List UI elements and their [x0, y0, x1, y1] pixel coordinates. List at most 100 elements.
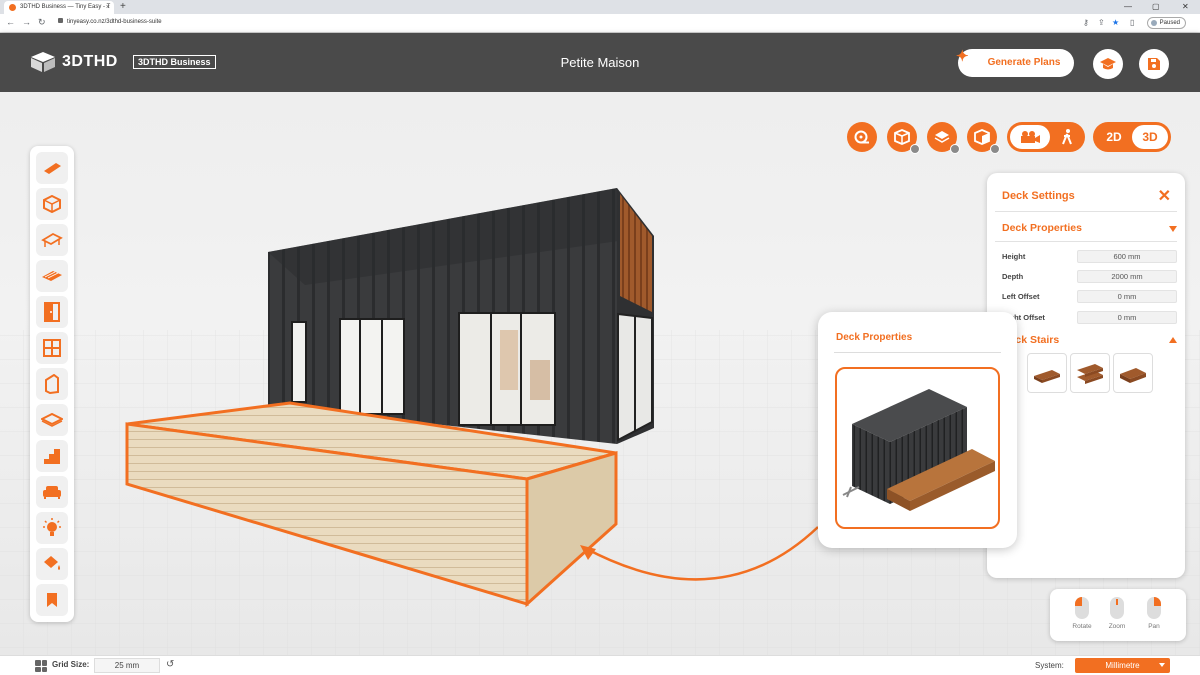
- right-offset-input[interactable]: 0 mm: [1077, 311, 1177, 324]
- paint-tool-icon: [44, 556, 60, 570]
- mode-2d-button[interactable]: 2D: [1096, 125, 1132, 149]
- new-tab-button[interactable]: +: [120, 0, 126, 14]
- floor-tool-icon: [41, 413, 63, 427]
- browser-tab[interactable]: 3DTHD Business — Tiny Easy - T ×: [4, 1, 114, 14]
- generate-plans-button[interactable]: ✦ Generate Plans: [956, 48, 1074, 77]
- tape-measure-icon: [854, 130, 869, 144]
- graduation-cap-icon: [1100, 58, 1116, 70]
- cube-view-icon: [894, 129, 910, 145]
- field-left-offset: Left Offset 0 mm: [1002, 290, 1177, 304]
- grid-icon: [35, 660, 47, 672]
- tool-bookmark[interactable]: [36, 584, 68, 616]
- side-view-icon: [974, 129, 990, 145]
- deck-properties-popup: Deck Properties: [818, 312, 1017, 548]
- divider: [995, 211, 1177, 212]
- pan-hint: Pan: [1139, 597, 1169, 630]
- tool-wall-panel[interactable]: [36, 368, 68, 400]
- minimize-icon[interactable]: —: [1124, 0, 1132, 14]
- height-input[interactable]: 600 mm: [1077, 250, 1177, 263]
- sparkle-icon: ✦: [956, 48, 969, 65]
- mouse-left-icon: [1075, 597, 1089, 619]
- browser-tab-bar: 3DTHD Business — Tiny Easy - T × + — ▢ ✕: [0, 0, 1200, 14]
- stairs-option-1[interactable]: [1027, 353, 1067, 393]
- view-front-button[interactable]: [887, 122, 920, 154]
- tool-stairs[interactable]: [36, 440, 68, 472]
- deck-preview-image: [835, 367, 1000, 529]
- deck-properties-heading[interactable]: Deck Properties: [1002, 222, 1082, 234]
- mouse-scroll-icon: [1110, 597, 1124, 619]
- grid-size-label: Grid Size:: [52, 660, 90, 669]
- height-label: Height: [1002, 252, 1026, 261]
- window-tool-icon: [43, 339, 61, 357]
- tool-gable-roof[interactable]: [36, 224, 68, 256]
- field-depth: Depth 2000 mm: [1002, 270, 1177, 284]
- unit-system-value: Millimetre: [1105, 661, 1140, 670]
- view-top-button[interactable]: [927, 122, 960, 154]
- dimension-toggle: 2D 3D: [1093, 122, 1171, 152]
- bookmark-tool-icon: [47, 593, 57, 607]
- reset-icon[interactable]: ↺: [166, 659, 174, 670]
- bookmark-star-icon[interactable]: ★: [1112, 18, 1119, 27]
- glass-door-1[interactable]: [339, 318, 405, 415]
- depth-label: Depth: [1002, 272, 1024, 281]
- zoom-label: Zoom: [1108, 623, 1126, 630]
- close-icon[interactable]: ✕: [1158, 186, 1171, 206]
- url-field[interactable]: tinyeasy.co.nz/3dthd-business-suite: [58, 18, 162, 25]
- gable-roof-icon: [41, 232, 63, 247]
- grid-size-input[interactable]: 25 mm: [94, 658, 160, 673]
- video-camera-icon: [1021, 131, 1040, 143]
- depth-input[interactable]: 2000 mm: [1077, 270, 1177, 283]
- forward-icon[interactable]: →: [22, 17, 31, 27]
- field-right-offset: Right Offset 0 mm: [1002, 311, 1177, 325]
- stairs-single-icon: [1034, 370, 1060, 383]
- tool-furniture[interactable]: [36, 476, 68, 508]
- left-offset-input[interactable]: 0 mm: [1077, 290, 1177, 303]
- roof-tool-icon: [44, 163, 61, 174]
- tab-close-icon[interactable]: ×: [106, 1, 110, 14]
- window-1[interactable]: [291, 321, 307, 403]
- reload-icon[interactable]: ↻: [38, 17, 46, 28]
- orbit-camera-button[interactable]: [1010, 125, 1050, 149]
- collapse-icon[interactable]: [1169, 226, 1177, 232]
- favicon-icon: [9, 4, 16, 11]
- browser-tab-title: 3DTHD Business — Tiny Easy - T: [20, 4, 111, 10]
- tool-window[interactable]: [36, 332, 68, 364]
- field-height: Height 600 mm: [1002, 250, 1177, 264]
- expand-icon[interactable]: [1169, 337, 1177, 343]
- unit-system-select[interactable]: Millimetre: [1075, 658, 1170, 673]
- paused-label: Paused: [1159, 20, 1180, 26]
- tool-cube[interactable]: [36, 188, 68, 220]
- tool-floor[interactable]: [36, 404, 68, 436]
- back-icon[interactable]: ←: [6, 17, 15, 27]
- stairs-option-3[interactable]: [1113, 353, 1153, 393]
- mouse-right-icon: [1147, 597, 1161, 619]
- save-button[interactable]: [1139, 49, 1169, 79]
- tool-door[interactable]: [36, 296, 68, 328]
- stairs-wide-icon: [1120, 368, 1146, 383]
- view-side-button[interactable]: [967, 122, 1000, 154]
- share-icon[interactable]: ⇪: [1098, 18, 1105, 27]
- door-tool-icon: [44, 302, 60, 322]
- app-header: 3DTHD 3DTHD Business Petite Maison ✦ Gen…: [0, 33, 1200, 92]
- mode-3d-button[interactable]: 3D: [1132, 125, 1168, 149]
- tool-paint[interactable]: [36, 548, 68, 580]
- window-close-icon[interactable]: ✕: [1182, 0, 1189, 14]
- maximize-icon[interactable]: ▢: [1152, 0, 1160, 14]
- key-icon[interactable]: ⚷: [1083, 18, 1089, 27]
- stairs-double-icon: [1077, 364, 1103, 384]
- stairs-tool-icon: [44, 449, 60, 464]
- sidebar-icon[interactable]: ▯: [1130, 18, 1134, 27]
- status-bar: Grid Size: 25 mm ↺ System: Millimetre: [0, 655, 1200, 675]
- profile-paused-button[interactable]: Paused: [1146, 17, 1186, 29]
- tool-deck[interactable]: [36, 260, 68, 292]
- walk-mode-button[interactable]: [1051, 125, 1083, 149]
- address-bar: ← → ↻ tinyeasy.co.nz/3dthd-business-suit…: [0, 14, 1200, 33]
- mouse-controls-help: Rotate Zoom Pan: [1050, 589, 1186, 641]
- divider: [995, 241, 1177, 242]
- stairs-option-2[interactable]: [1070, 353, 1110, 393]
- cube-tool-icon: [43, 195, 61, 213]
- tool-roof[interactable]: [36, 152, 68, 184]
- tutorial-button[interactable]: [1093, 49, 1123, 79]
- tool-lighting[interactable]: [36, 512, 68, 544]
- tape-measure-button[interactable]: [847, 122, 877, 152]
